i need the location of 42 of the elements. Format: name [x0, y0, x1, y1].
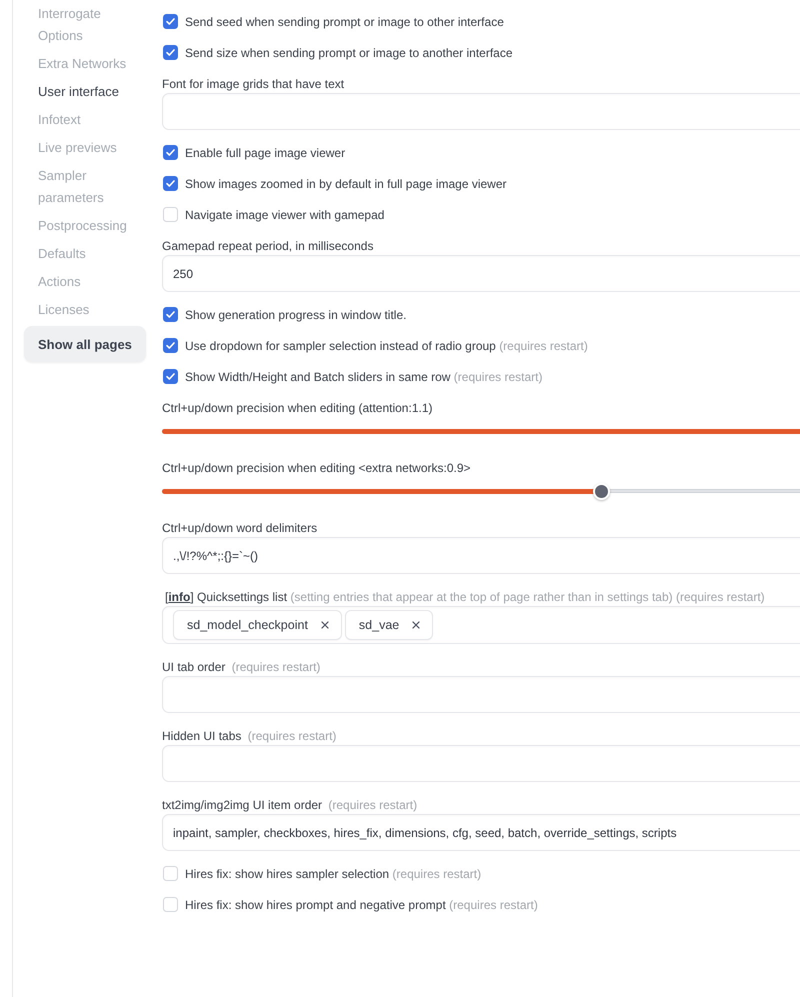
checkbox-label[interactable]: Hires fix: show hires prompt and negative prompt (requires restart): [185, 898, 538, 912]
checkbox[interactable]: [163, 338, 178, 353]
checkbox-label[interactable]: Use dropdown for sampler selection instead of radio group (requires restart): [185, 338, 588, 352]
multiselect-field[interactable]: sd_model_checkpoint sd_vae: [162, 606, 800, 644]
text-field[interactable]: inpaint, sampler, checkboxes, hires_fix, dimensions, cfg, seed, batch, override_settings, scripts: [162, 814, 800, 851]
checkbox-label[interactable]: Show generation progress in window title.: [185, 308, 406, 322]
text-field[interactable]: 250: [162, 255, 800, 292]
setting-label: Ctrl+up/down word delimiters: [162, 520, 318, 537]
setting-label: Ctrl+up/down precision when editing <extra networks:0.9>: [162, 460, 471, 477]
checkbox-label[interactable]: Send size when sending prompt or image to another interface: [185, 46, 513, 60]
checkbox[interactable]: [163, 45, 178, 60]
show-all-button[interactable]: Show all pages: [24, 326, 146, 362]
setting-label: Font for image grids that have text: [162, 76, 344, 93]
setting-label: Gamepad repeat period, in milliseconds: [162, 238, 374, 255]
close-icon[interactable]: [320, 621, 329, 629]
checkbox-label[interactable]: Send seed when sending prompt or image to other interface: [185, 14, 504, 28]
text-field[interactable]: [162, 745, 800, 782]
checkbox[interactable]: [163, 176, 178, 191]
setting-label: txt2img/img2img UI item order (requires restart): [162, 797, 418, 814]
tag-text: sd_model_checkpoint: [187, 618, 308, 632]
tag-text: sd_vae: [358, 618, 400, 632]
info-link[interactable]: info: [168, 590, 190, 604]
checkbox[interactable]: [163, 14, 178, 29]
checkbox-label[interactable]: Show images zoomed in by default in full page image viewer: [185, 176, 507, 190]
checkbox-label[interactable]: Hires fix: show hires sampler selection (requires restart): [185, 866, 482, 880]
setting-label: Hidden UI tabs (requires restart): [162, 728, 336, 745]
slider-thumb[interactable]: [593, 482, 610, 500]
checkbox-label[interactable]: Navigate image viewer with gamepad: [185, 208, 384, 222]
checkbox[interactable]: [163, 145, 178, 160]
checkbox[interactable]: [163, 307, 178, 322]
setting-label: UI tab order (requires restart): [162, 659, 320, 676]
text-field[interactable]: [162, 676, 800, 713]
checkbox-label[interactable]: Show Width/Height and Batch sliders in same row (requires restart): [185, 370, 542, 384]
sidebar-item[interactable]: User interface: [24, 78, 146, 106]
checkbox[interactable]: [163, 369, 178, 384]
slider-track[interactable]: [162, 482, 800, 500]
setting-label: [info] Quicksettings list (setting entries that appear at the top of page rather than in settings tab) (requires restart): [164, 589, 765, 606]
setting-label: Ctrl+up/down precision when editing (attention:1.1): [162, 400, 432, 417]
checkbox-label[interactable]: Enable full page image viewer: [185, 146, 346, 160]
text-field[interactable]: .,\/!?%^*;:{}=`~(): [162, 537, 800, 574]
close-icon[interactable]: [412, 621, 420, 629]
text-field[interactable]: [162, 93, 800, 130]
